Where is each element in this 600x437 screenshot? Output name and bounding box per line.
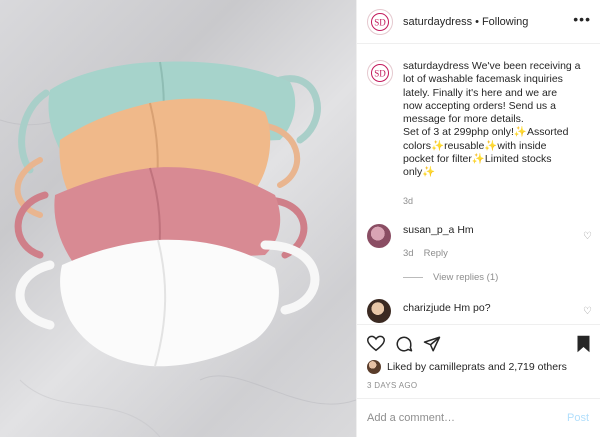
view-replies-button[interactable]: View replies (1) (403, 272, 498, 283)
caption-avatar[interactable]: SD (367, 60, 393, 86)
reply-button[interactable]: Reply (424, 248, 448, 259)
liker-username[interactable]: camilleprats (429, 361, 485, 373)
comment-body: charizjude Hm po? (403, 302, 491, 315)
commenter-avatar[interactable] (367, 224, 391, 248)
header-user-line: saturdaydress • Following (403, 16, 528, 28)
comment-text: Hm (457, 224, 474, 236)
comment-text: Hm po? (453, 302, 491, 314)
comment-username[interactable]: charizjude (403, 302, 451, 314)
svg-text:SD: SD (374, 17, 386, 27)
share-icon[interactable] (423, 335, 441, 353)
post-sidebar: SD saturdaydress • Following ••• SD saturd… (356, 0, 600, 437)
instagram-post: SD saturdaydress • Following ••• SD saturd… (0, 0, 600, 437)
caption-timestamp[interactable]: 3d (403, 196, 413, 206)
post-comment-button[interactable]: Post (567, 412, 589, 424)
comment-icon[interactable] (395, 335, 413, 353)
caption-line: We've been receiving a (471, 60, 581, 72)
likes-others[interactable]: 2,719 others (508, 361, 566, 373)
comment-username[interactable]: susan_p_a (403, 224, 454, 236)
caption-text: saturdaydress We've been receiving a lot… (403, 60, 581, 180)
post-header: SD saturdaydress • Following ••• (357, 0, 600, 44)
caption-line: now accepting orders! Send us a (403, 99, 556, 112)
svg-text:SD: SD (374, 69, 386, 79)
posted-ago[interactable]: 3 DAYS AGO (367, 381, 417, 390)
separator-dot: • (475, 15, 479, 28)
liker-avatar[interactable] (367, 360, 381, 374)
caption-line: colors✨reusable✨with inside (403, 139, 547, 152)
likes-line: Liked by camilleprats and 2,719 others (367, 360, 567, 374)
caption-line: lot of washable facemask inquiries (403, 73, 563, 86)
add-comment-bar: Post (357, 398, 600, 437)
face-masks-image (0, 61, 356, 437)
caption-line: pocket for filter✨Limited stocks (403, 153, 552, 166)
comment-time[interactable]: 3d (403, 248, 414, 259)
comment-body: susan_p_a Hm 3d Reply (403, 224, 474, 260)
post-photo[interactable] (0, 0, 356, 437)
likes-prefix: Liked by (387, 361, 427, 373)
comment-meta: 3d Reply (403, 247, 474, 260)
brand-avatar[interactable]: SD (367, 8, 393, 35)
sd-logo-icon: SD (371, 12, 389, 31)
more-dots-icon[interactable]: ••• (573, 12, 591, 26)
caption-line: message for more details. (403, 113, 524, 126)
commenter-avatar[interactable] (367, 299, 391, 323)
bookmark-icon[interactable] (576, 335, 591, 353)
view-replies-label: View replies (1) (433, 272, 499, 283)
caption-line: Set of 3 at 299php only!✨Assorted (403, 126, 569, 139)
heart-icon[interactable] (367, 335, 385, 352)
like-comment-icon[interactable]: ♡ (583, 231, 592, 242)
follow-status-button[interactable]: Following (482, 16, 528, 28)
caption-username[interactable]: saturdaydress (403, 60, 469, 72)
caption: SD saturdaydress We've been receiving a … (367, 60, 597, 180)
caption-line: only✨ (403, 166, 436, 179)
comment-item: susan_p_a Hm 3d Reply (367, 224, 597, 260)
likes-conj: and (487, 361, 506, 373)
header-username[interactable]: saturdaydress (403, 16, 472, 28)
sd-logo-icon: SD (371, 64, 389, 82)
replies-divider-line (403, 277, 423, 278)
caption-line: lately. Finally it's here and we are (403, 86, 558, 99)
action-bar (357, 324, 600, 364)
like-comment-icon[interactable]: ♡ (583, 306, 592, 317)
comment-item: charizjude Hm po? (367, 299, 597, 323)
add-comment-input[interactable] (367, 412, 547, 424)
